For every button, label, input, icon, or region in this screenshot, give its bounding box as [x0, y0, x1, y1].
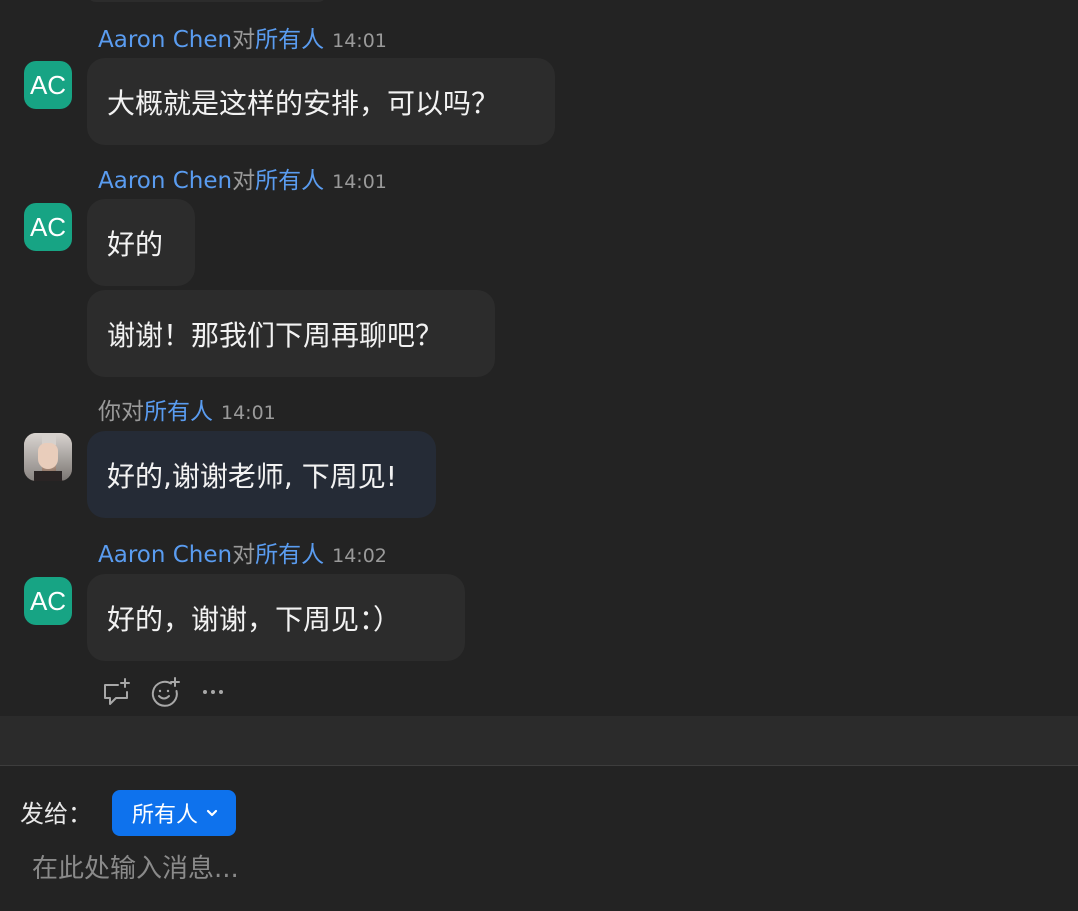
- message-target: 所有人: [255, 168, 325, 194]
- message-input[interactable]: [20, 846, 1050, 892]
- message-actions: [100, 674, 244, 710]
- emoji-add-icon[interactable]: [148, 675, 182, 709]
- message-bubble[interactable]: 好的,谢谢老师, 下周见!: [87, 431, 436, 518]
- more-icon[interactable]: [196, 675, 230, 709]
- message-target: 所有人: [255, 27, 325, 53]
- message-time: 14:01: [332, 171, 387, 193]
- message-composer: 发给： 所有人: [0, 766, 1078, 911]
- chat-panel: Aaron Chen对所有人 14:01 AC 大概就是这样的安排，可以吗？ Aa…: [0, 0, 1078, 911]
- message-bubble[interactable]: 大概就是这样的安排，可以吗？: [87, 58, 555, 145]
- message-header: Aaron Chen对所有人 14:01: [98, 166, 387, 197]
- avatar-face: [38, 443, 58, 469]
- message-bubble[interactable]: 好的: [87, 199, 195, 286]
- to-connector: 对: [121, 399, 144, 425]
- avatar[interactable]: AC: [24, 61, 72, 109]
- recipient-dropdown[interactable]: 所有人: [112, 790, 236, 836]
- composer-separator: [0, 716, 1078, 765]
- message-header: Aaron Chen对所有人 14:02: [98, 540, 387, 571]
- recipient-label: 所有人: [131, 803, 198, 828]
- sender-name[interactable]: Aaron Chen: [98, 542, 232, 568]
- to-connector: 对: [232, 27, 256, 53]
- message-time: 14:01: [221, 402, 276, 424]
- sender-name[interactable]: Aaron Chen: [98, 168, 232, 194]
- message-target: 所有人: [144, 399, 213, 425]
- message-bubble[interactable]: 好的，谢谢，下周见：）: [87, 574, 465, 661]
- to-connector: 对: [232, 168, 256, 194]
- sender-name: 你: [98, 399, 121, 425]
- message-target: 所有人: [255, 542, 325, 568]
- user-avatar[interactable]: [24, 433, 72, 481]
- message-list[interactable]: Aaron Chen对所有人 14:01 AC 大概就是这样的安排，可以吗？ Aa…: [0, 0, 1078, 716]
- previous-message-bubble: [87, 0, 327, 2]
- message-time: 14:02: [332, 545, 387, 567]
- message-header: Aaron Chen对所有人 14:01: [98, 25, 387, 56]
- chevron-down-icon: [204, 805, 220, 821]
- avatar[interactable]: AC: [24, 203, 72, 251]
- to-connector: 对: [232, 542, 256, 568]
- reply-add-icon[interactable]: [100, 675, 134, 709]
- send-to-label: 发给：: [20, 800, 92, 828]
- message-header: 你对所有人 14:01: [98, 397, 276, 428]
- message-bubble[interactable]: 谢谢！那我们下周再聊吧？: [87, 290, 495, 377]
- avatar-collar: [34, 471, 62, 481]
- message-time: 14:01: [332, 30, 387, 52]
- sender-name[interactable]: Aaron Chen: [98, 27, 232, 53]
- avatar[interactable]: AC: [24, 577, 72, 625]
